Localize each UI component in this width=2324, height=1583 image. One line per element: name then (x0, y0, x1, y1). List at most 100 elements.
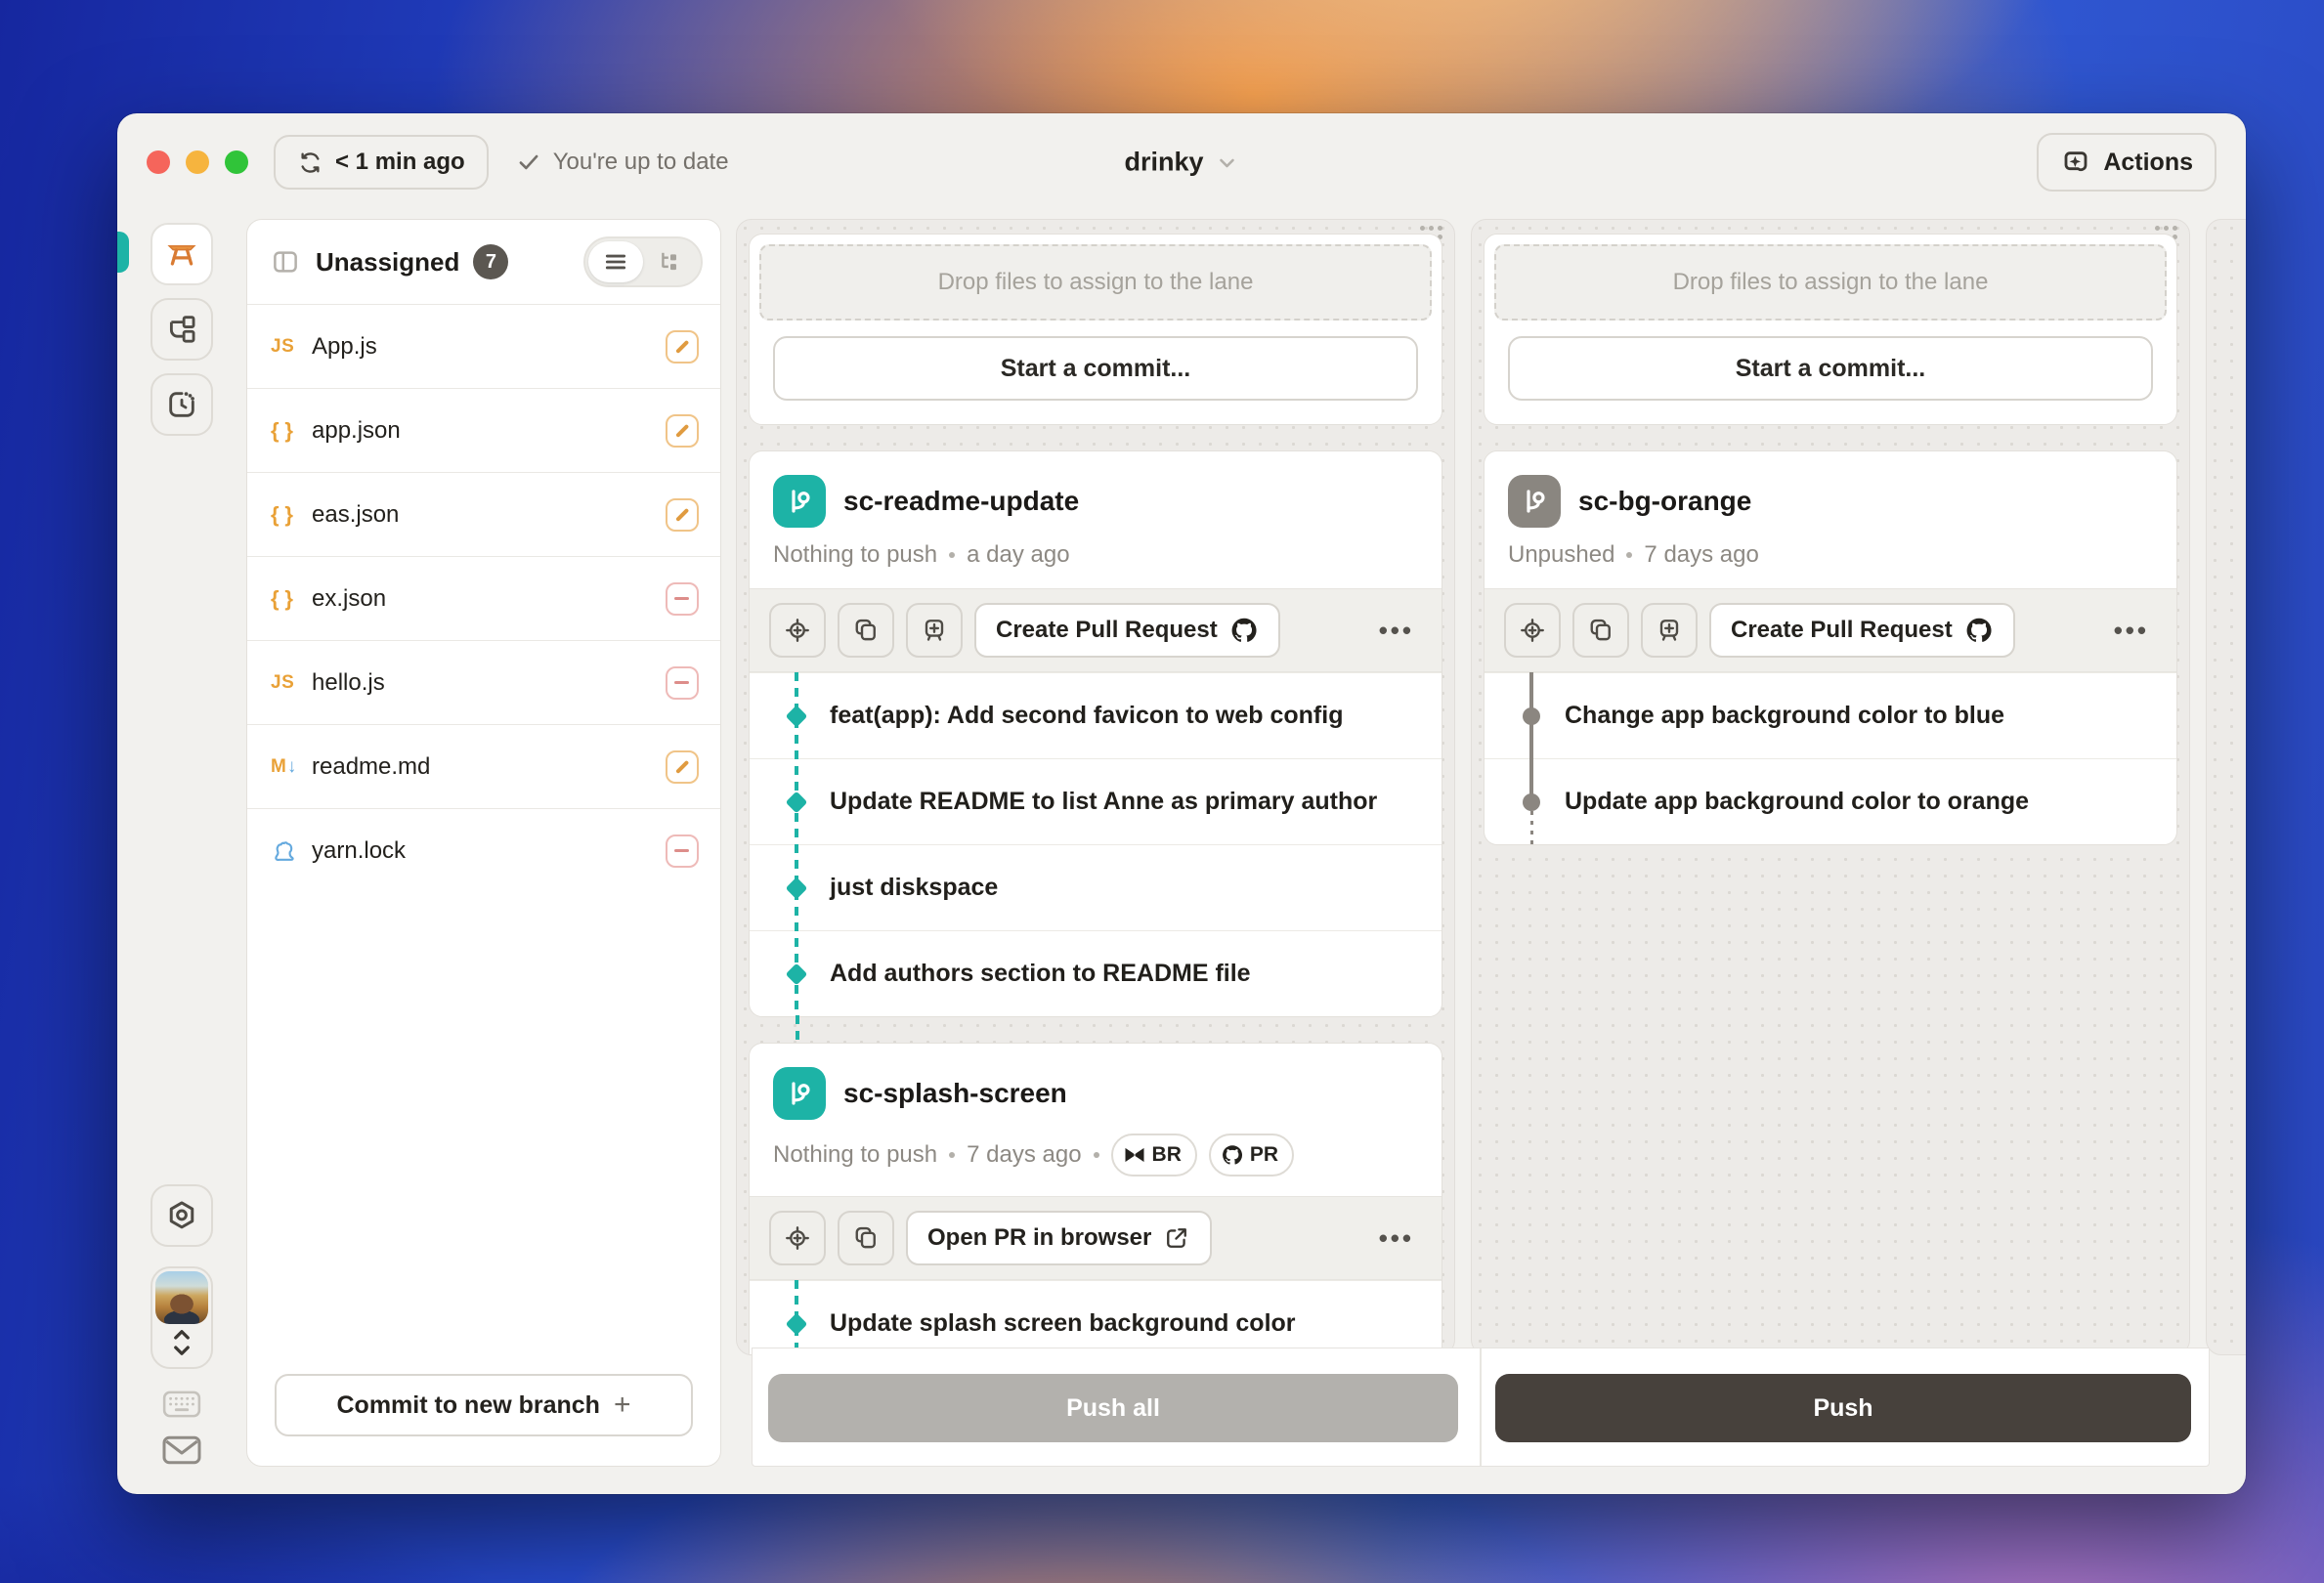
commit-list: Update splash screen background color (750, 1280, 1442, 1355)
sync-button[interactable]: < 1 min ago (274, 135, 489, 190)
file-row[interactable]: JSApp.js (247, 304, 720, 388)
actions-button[interactable]: Actions (2037, 133, 2216, 192)
list-view-button[interactable] (588, 241, 643, 282)
drop-hint-label: Drop files to assign to the lane (938, 269, 1254, 296)
target-icon (783, 616, 812, 645)
file-name: App.js (312, 333, 377, 361)
branch-action-button[interactable]: Create Pull Request (1709, 603, 2015, 658)
keyboard-shortcuts-button[interactable] (151, 1389, 213, 1420)
commit-message: feat(app): Add second favicon to web con… (830, 702, 1343, 730)
branch-card: sc-bg-orangeUnpushed7 days agoCreate Pul… (1484, 450, 2177, 845)
branch-time: 7 days ago (1644, 541, 1758, 569)
start-commit-button[interactable]: Start a commit... (1508, 336, 2153, 401)
lanes-footer: Push all Push (752, 1348, 2210, 1467)
commit-row[interactable]: Update README to list Anne as primary au… (750, 758, 1442, 844)
rail-item-settings[interactable] (151, 1184, 213, 1247)
file-row[interactable]: { } app.json (247, 388, 720, 472)
tree-view-icon (658, 249, 683, 275)
commit-marker (1523, 793, 1540, 811)
commit-row[interactable]: feat(app): Add second favicon to web con… (750, 672, 1442, 758)
deleted-status-icon (666, 582, 699, 616)
file-drop-zone[interactable]: Drop files to assign to the lane (759, 244, 1432, 321)
commit-row[interactable]: Update app background color to orange (1485, 758, 2176, 844)
up-to-date-label: You're up to date (553, 149, 729, 176)
drop-hint-label: Drop files to assign to the lane (1673, 269, 1989, 296)
file-row[interactable]: yarn.lock (247, 808, 720, 892)
file-name: app.json (312, 417, 401, 445)
branch-action-button[interactable]: Create Pull Request (974, 603, 1280, 658)
branch-time: a day ago (967, 541, 1069, 569)
commit-row[interactable]: Update splash screen background color (750, 1280, 1442, 1355)
badge-pr[interactable]: PR (1209, 1134, 1294, 1177)
bowtie-icon (1123, 1143, 1146, 1167)
branch-card: sc-readme-updateNothing to pusha day ago… (749, 450, 1442, 1017)
commit-message: Change app background color to blue (1565, 702, 2004, 730)
more-options-button[interactable]: ••• (1379, 1223, 1422, 1254)
start-commit-label: Start a commit... (1001, 355, 1191, 383)
user-menu[interactable] (151, 1266, 213, 1369)
rail-item-branches[interactable] (151, 298, 213, 361)
commit-list: Change app background color to blue Updat… (1485, 672, 2176, 844)
check-icon (516, 150, 541, 175)
commit-row[interactable]: Add authors section to README file (750, 930, 1442, 1016)
file-row[interactable]: M↓readme.md (247, 724, 720, 808)
target-button[interactable] (769, 1211, 826, 1265)
close-button[interactable] (147, 150, 170, 174)
project-switcher[interactable]: drinky (1124, 148, 1238, 178)
file-name: yarn.lock (312, 837, 406, 865)
commit-add-button[interactable] (906, 603, 963, 658)
markdown-file-icon: M↓ (271, 756, 296, 778)
footer-divider (1480, 1348, 1482, 1466)
target-button[interactable] (769, 603, 826, 658)
copy-icon (1586, 616, 1615, 645)
branch-push-status: Unpushed (1508, 541, 1614, 569)
target-button[interactable] (1504, 603, 1561, 658)
commit-message: Update README to list Anne as primary au… (830, 788, 1377, 816)
tree-view-button[interactable] (643, 241, 698, 282)
copy-button[interactable] (1572, 603, 1629, 658)
plus-icon: + (614, 1390, 631, 1420)
github-icon (1964, 616, 1994, 645)
copy-button[interactable] (838, 603, 894, 658)
more-options-button[interactable]: ••• (1379, 616, 1422, 646)
commit-message: Update splash screen background color (830, 1309, 1296, 1338)
file-name: hello.js (312, 669, 385, 697)
settings-icon (165, 1199, 198, 1232)
unassigned-header: Unassigned 7 (247, 220, 720, 304)
rail-item-history[interactable] (151, 373, 213, 436)
panel-icon (271, 247, 300, 277)
feedback-button[interactable] (151, 1433, 213, 1467)
commit-list: feat(app): Add second favicon to web con… (750, 672, 1442, 1016)
branch-push-status: Nothing to push (773, 1141, 937, 1169)
github-icon (1229, 616, 1259, 645)
zoom-button[interactable] (225, 150, 248, 174)
commit-to-new-branch-button[interactable]: Commit to new branch + (275, 1374, 693, 1436)
lane-top-card: Drop files to assign to the lane Start a … (1484, 234, 2177, 425)
file-drop-zone[interactable]: Drop files to assign to the lane (1494, 244, 2167, 321)
more-options-button[interactable]: ••• (2114, 616, 2157, 646)
commit-row[interactable]: Change app background color to blue (1485, 672, 2176, 758)
branch-lane-icon (773, 475, 826, 528)
lane-column: Drop files to assign to the lane Start a … (736, 219, 1455, 1355)
branch-action-button[interactable]: Open PR in browser (906, 1211, 1212, 1265)
meta-dot (949, 552, 955, 558)
badge-label: BR (1152, 1143, 1182, 1167)
file-row[interactable]: JShello.js (247, 640, 720, 724)
file-row[interactable]: { }eas.json (247, 472, 720, 556)
push-button[interactable]: Push (1495, 1374, 2191, 1442)
main-area: Unassigned 7 JSApp.js { } app.json { }eas.j… (117, 211, 2246, 1494)
commit-row[interactable]: just diskspace (750, 844, 1442, 930)
json-file-icon: { } (271, 418, 295, 444)
copy-button[interactable] (838, 1211, 894, 1265)
start-commit-button[interactable]: Start a commit... (773, 336, 1418, 401)
commit-message: Add authors section to README file (830, 960, 1251, 988)
commit-add-button[interactable] (1641, 603, 1698, 658)
lanes-area: Drop files to assign to the lane Start a … (736, 219, 2230, 1467)
rail-item-workspace[interactable] (151, 223, 213, 285)
badge-br[interactable]: BR (1111, 1134, 1197, 1177)
branch-action-label: Create Pull Request (996, 617, 1218, 644)
file-row[interactable]: { }ex.json (247, 556, 720, 640)
external-link-icon (1163, 1224, 1190, 1252)
minimize-button[interactable] (186, 150, 209, 174)
push-all-button[interactable]: Push all (768, 1374, 1458, 1442)
